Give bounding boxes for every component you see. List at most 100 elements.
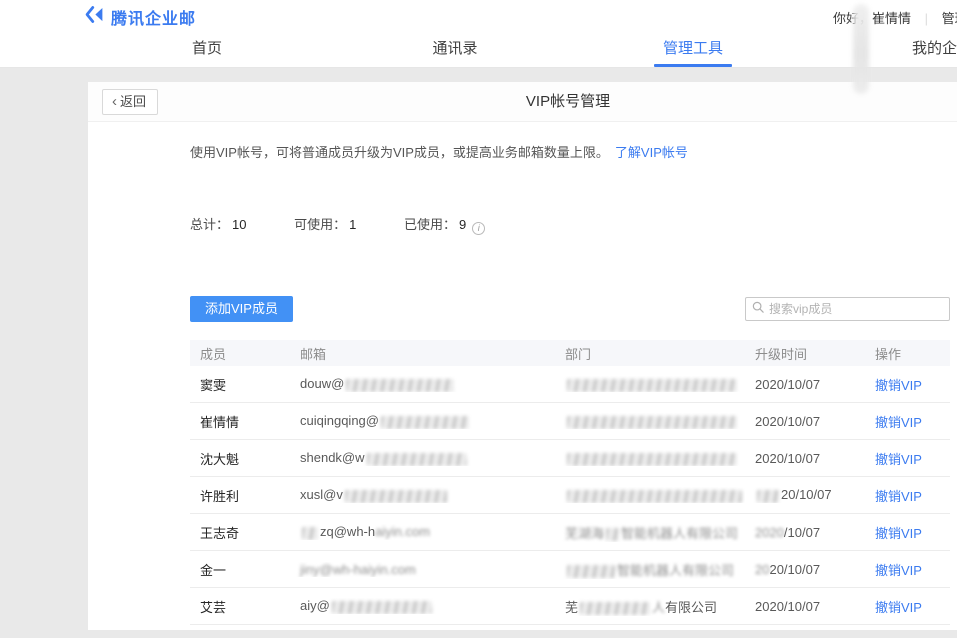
revoke-vip-link[interactable]: 撤销VIP xyxy=(875,452,922,467)
member-name: 王志奇 xyxy=(190,523,290,542)
redaction-smudge xyxy=(567,453,737,466)
upgrade-date: 2020/10/07 xyxy=(745,377,865,392)
member-email: douw@ xyxy=(290,376,555,391)
action-cell: 撤销VIP xyxy=(865,375,950,394)
action-cell: 撤销VIP xyxy=(865,597,950,616)
page-title-bar: ‹返回 VIP帐号管理 xyxy=(88,82,957,122)
redaction-smudge xyxy=(567,416,737,429)
redaction-smudge xyxy=(567,490,742,503)
table-row: 金一 jiny@wh-haiyin.com 智能机器人有限公司 2020/10/07 撤… xyxy=(190,551,950,588)
table-row: 王志奇zq@wh-haiyin.com芜湖海智能机器人有限公司2020/10/0… xyxy=(190,514,950,551)
redacted-text: jiny@wh-haiyin.com xyxy=(300,562,416,577)
member-email: xusl@v xyxy=(290,487,555,502)
upgrade-date: 2020/10/07 xyxy=(745,414,865,429)
redaction-smudge xyxy=(853,4,869,94)
member-department: 智能机器人有限公司 xyxy=(555,560,745,579)
redacted-text: 智能机器人有限公司 xyxy=(617,563,734,578)
upgrade-date: 2020/10/07 xyxy=(745,525,865,540)
member-department: 芜人有限公司 xyxy=(555,597,745,616)
redacted-text: 人 xyxy=(652,600,665,615)
column-header-2: 部门 xyxy=(555,344,745,363)
column-header-0: 成员 xyxy=(190,344,290,363)
member-department xyxy=(555,376,745,391)
info-icon[interactable]: i xyxy=(472,222,485,235)
active-tab-underline xyxy=(654,64,732,67)
column-header-1: 邮箱 xyxy=(290,344,555,363)
upgrade-date: 2020/10/07 xyxy=(745,451,865,466)
revoke-vip-link[interactable]: 撤销VIP xyxy=(875,526,922,541)
member-email: cuiqingqing@ xyxy=(290,413,555,428)
stat-available: 可使用：1 xyxy=(294,217,356,232)
greeting-text: 你好，崔情情 xyxy=(833,11,911,26)
tab-admin-tools[interactable]: 管理工具 xyxy=(653,30,733,67)
redaction-smudge xyxy=(606,528,619,541)
tab-contacts[interactable]: 通讯录 xyxy=(420,30,490,67)
member-department: 芜湖海智能机器人有限公司 xyxy=(555,523,745,542)
admin-link[interactable]: 管理企 xyxy=(942,11,957,26)
redaction-smudge xyxy=(567,379,737,392)
page-title: VIP帐号管理 xyxy=(88,82,957,122)
search-icon xyxy=(752,300,764,318)
member-email: shendk@w xyxy=(290,450,555,465)
divider: | xyxy=(925,11,928,26)
revoke-vip-link[interactable]: 撤销VIP xyxy=(875,600,922,615)
tab-home[interactable]: 首页 xyxy=(177,30,237,67)
revoke-vip-link[interactable]: 撤销VIP xyxy=(875,415,922,430)
member-department xyxy=(555,487,745,502)
stats-row: 总计：10 可使用：1 已使用：9i xyxy=(190,214,529,235)
learn-vip-link[interactable]: 了解VIP帐号 xyxy=(615,145,688,160)
exmail-logo-icon xyxy=(84,4,105,30)
table-row: 沈大魁shendk@w2020/10/07撤销VIP xyxy=(190,440,950,477)
table-row: 许胜利xusl@v 20/10/07 撤销VIP xyxy=(190,477,950,514)
search-input[interactable] xyxy=(769,302,943,316)
revoke-vip-link[interactable]: 撤销VIP xyxy=(875,489,922,504)
redaction-smudge xyxy=(567,565,615,578)
member-name: 金一 xyxy=(190,560,290,579)
main-nav: 首页 通讯录 管理工具 我的企业 xyxy=(0,30,957,68)
search-box[interactable] xyxy=(745,297,950,321)
member-name: 窦雯 xyxy=(190,375,290,394)
member-name: 许胜利 xyxy=(190,486,290,505)
member-email: zq@wh-haiyin.com xyxy=(290,524,555,539)
revoke-vip-link[interactable]: 撤销VIP xyxy=(875,378,922,393)
member-name: 艾芸 xyxy=(190,597,290,616)
redaction-smudge xyxy=(332,601,432,614)
column-header-4: 操作 xyxy=(865,344,950,363)
table-header-row: 成员邮箱部门升级时间操作 xyxy=(190,340,950,366)
vip-members-table: 成员邮箱部门升级时间操作 窦雯douw@2020/10/07撤销VIP崔情情cu… xyxy=(190,340,950,625)
action-cell: 撤销VIP xyxy=(865,412,950,431)
member-email: jiny@wh-haiyin.com xyxy=(290,562,555,577)
revoke-vip-link[interactable]: 撤销VIP xyxy=(875,563,922,578)
upgrade-date: 20/10/07 xyxy=(745,487,865,502)
member-department xyxy=(555,450,745,465)
redaction-smudge xyxy=(580,602,650,615)
tab-my-company[interactable]: 我的企业 xyxy=(902,30,957,67)
upgrade-date: 2020/10/07 xyxy=(745,599,865,614)
member-department xyxy=(555,413,745,428)
add-vip-member-button[interactable]: 添加VIP成员 xyxy=(190,296,293,322)
redacted-text: 芜湖海 xyxy=(565,526,604,541)
top-bar: 腾讯企业邮 你好，崔情情 | 管理企 xyxy=(0,0,957,30)
account-area: 你好，崔情情 | 管理企 xyxy=(833,8,957,27)
member-name: 崔情情 xyxy=(190,412,290,431)
redaction-smudge xyxy=(345,490,447,503)
table-row: 艾芸aiy@芜人有限公司2020/10/07 撤销VIP xyxy=(190,588,950,625)
table-row: 崔情情cuiqingqing@ 2020/10/07 撤销VIP xyxy=(190,403,950,440)
brand-name: 腾讯企业邮 xyxy=(111,5,196,29)
action-cell: 撤销VIP xyxy=(865,449,950,468)
redaction-smudge xyxy=(381,416,469,429)
action-cell: 撤销VIP xyxy=(865,486,950,505)
stat-used: 已使用：9i xyxy=(404,217,485,232)
member-email: aiy@ xyxy=(290,598,555,613)
brand-logo: 腾讯企业邮 xyxy=(84,4,196,30)
stat-total: 总计：10 xyxy=(190,217,246,232)
content-panel: ‹返回 VIP帐号管理 使用VIP帐号，可将普通成员升级为VIP成员，或提高业务… xyxy=(88,82,957,630)
redaction-smudge xyxy=(346,379,454,392)
upgrade-date: 2020/10/07 xyxy=(745,562,865,577)
action-cell: 撤销VIP xyxy=(865,523,950,542)
table-row: 窦雯douw@ 2020/10/07 撤销VIP xyxy=(190,366,950,403)
description-text: 使用VIP帐号，可将普通成员升级为VIP成员，或提高业务邮箱数量上限。了解VIP… xyxy=(190,142,688,161)
redaction-smudge xyxy=(367,453,467,466)
action-cell: 撤销VIP xyxy=(865,560,950,579)
redaction-smudge xyxy=(757,490,779,503)
